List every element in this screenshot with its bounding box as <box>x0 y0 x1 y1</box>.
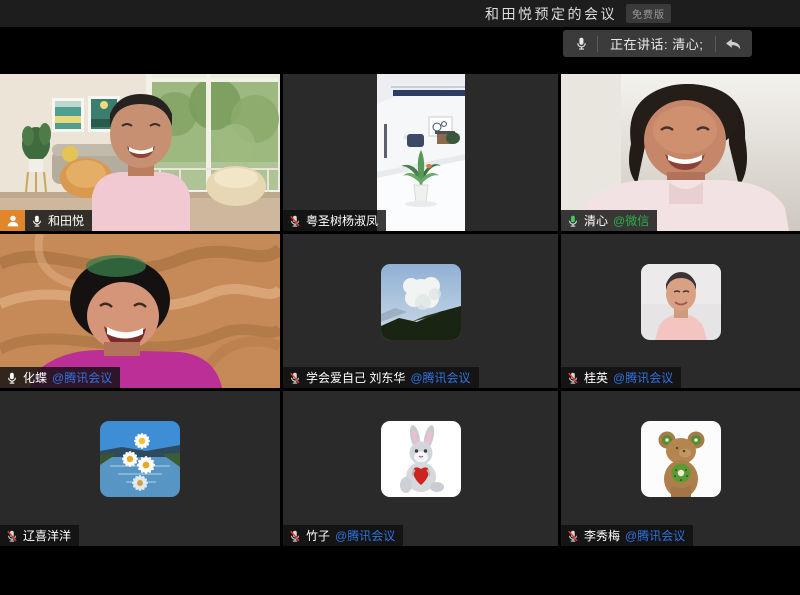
mic-speaking-icon <box>567 214 579 228</box>
divider <box>597 36 598 52</box>
tile-hetianyue[interactable]: 和田悦 <box>0 74 280 231</box>
name-plate: 和田悦 <box>25 210 92 231</box>
participant-name: 竹子 <box>306 527 330 544</box>
participant-name: 粤圣树杨淑凤 <box>306 212 378 229</box>
free-version-badge[interactable]: 免费版 <box>626 4 671 23</box>
participant-name: 化蝶 <box>23 369 47 386</box>
avatar-cloud-landscape <box>381 264 461 340</box>
participant-name: 清心 <box>584 212 608 229</box>
video-feed-closeup <box>561 74 800 231</box>
mic-muted-icon <box>567 529 579 543</box>
mic-muted-icon <box>289 214 301 228</box>
microphone-icon <box>569 36 593 51</box>
tile-huadie[interactable]: 化蝶 @腾讯会议 <box>0 234 280 388</box>
name-plate: 化蝶 @腾讯会议 <box>0 367 120 388</box>
participant-name: 学会爱自己 刘东华 <box>306 369 405 386</box>
tile-liudonghua[interactable]: 学会爱自己 刘东华 @腾讯会议 <box>283 234 558 388</box>
mic-muted-icon <box>6 529 18 543</box>
now-speaking-toast: 正在讲话: 清心; <box>563 30 752 57</box>
participant-source-suffix: @腾讯会议 <box>335 527 395 544</box>
reply-arrow-icon[interactable] <box>720 32 746 55</box>
participant-source-suffix: @腾讯会议 <box>52 369 112 386</box>
participant-name: 和田悦 <box>48 212 84 229</box>
meeting-title: 和田悦预定的会议 <box>485 4 617 24</box>
participant-name: 辽喜洋洋 <box>23 527 71 544</box>
participant-source-suffix: @腾讯会议 <box>410 369 470 386</box>
name-plate: 学会爱自己 刘东华 @腾讯会议 <box>283 367 479 388</box>
participant-name: 桂英 <box>584 369 608 386</box>
host-badge-icon <box>0 210 25 231</box>
name-plate: 粤圣树杨淑凤 <box>283 210 386 231</box>
tile-qingxin[interactable]: 清心 @微信 <box>561 74 800 231</box>
mic-muted-icon <box>289 529 301 543</box>
participant-source-suffix: @微信 <box>613 212 649 229</box>
tile-yueshengshu[interactable]: 粤圣树杨淑凤 <box>283 74 558 231</box>
avatar-daisies-lake <box>100 421 180 497</box>
now-speaking-text: 正在讲话: 清心; <box>602 34 711 53</box>
avatar-kiwi-bear <box>641 421 721 497</box>
divider <box>715 36 716 52</box>
tile-lixiumei[interactable]: 李秀梅 @腾讯会议 <box>561 391 800 546</box>
avatar-rabbit-heart <box>381 421 461 497</box>
tile-zhuzi[interactable]: 竹子 @腾讯会议 <box>283 391 558 546</box>
mic-on-icon <box>31 214 43 228</box>
participant-name: 李秀梅 <box>584 527 620 544</box>
tile-guiying[interactable]: 桂英 @腾讯会议 <box>561 234 800 388</box>
mic-on-icon <box>6 371 18 385</box>
name-plate: 桂英 @腾讯会议 <box>561 367 681 388</box>
title-bar: 和田悦预定的会议 免费版 <box>0 0 800 27</box>
mic-muted-icon <box>289 371 301 385</box>
name-plate: 竹子 @腾讯会议 <box>283 525 403 546</box>
name-plate: 辽喜洋洋 <box>0 525 79 546</box>
name-plate: 李秀梅 @腾讯会议 <box>561 525 693 546</box>
tile-liaoxiyangyang[interactable]: 辽喜洋洋 <box>0 391 280 546</box>
video-feed-living-room <box>0 74 280 231</box>
name-plate: 清心 @微信 <box>561 210 657 231</box>
participant-source-suffix: @腾讯会议 <box>613 369 673 386</box>
video-feed-swirl <box>0 234 280 388</box>
mic-muted-icon <box>567 371 579 385</box>
participant-grid: 和田悦 <box>0 74 800 546</box>
participant-source-suffix: @腾讯会议 <box>625 527 685 544</box>
avatar-woman-pink <box>641 264 721 340</box>
video-feed-portrait-room <box>377 74 465 231</box>
meeting-window: { "window": { "title": "和田悦预定的会议", "badg… <box>0 0 800 595</box>
